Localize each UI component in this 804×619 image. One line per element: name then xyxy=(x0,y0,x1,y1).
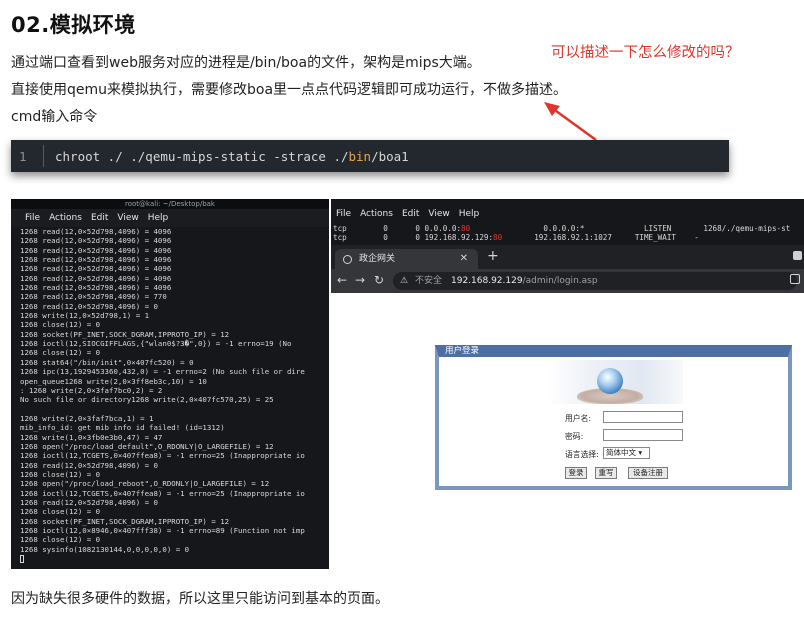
terminal-line: 1268 ioctl(12,SIOCGIFFLAGS,{"wlan0$?3�",… xyxy=(20,339,292,349)
terminal-line: : 1268 write(2,0×3faf7bc0,2) = 2 xyxy=(20,385,163,395)
terminal-line: 1268 ioctl(12,TCGETS,0×407ffea8) = -1 er… xyxy=(20,451,305,461)
terminal-title: root@kali: ~/Desktop/bak xyxy=(11,199,329,209)
terminal-line: 1268 ioctl(12,TCGETS,0×407ffea8) = -1 er… xyxy=(20,488,305,498)
terminal-line: 1268 read(12,0×52d798,4096) = 0 xyxy=(20,301,158,311)
terminal-line: mib_info_id: get mib info id failed! (id… xyxy=(20,423,225,433)
terminal-line: 1268 socket(PF_INET,SOCK_DGRAM,IPPROTO_I… xyxy=(20,516,230,526)
terminal-line: 1268 socket(PF_INET,SOCK_DGRAM,IPPROTO_I… xyxy=(20,329,230,339)
login-button[interactable]: 登录 xyxy=(565,467,587,479)
terminal-menubar: File Actions Edit View Help xyxy=(11,209,329,227)
terminal-line: 1268 read(12,0×52d798,4096) = 4096 xyxy=(20,255,172,265)
terminal-line: 1268 sysinfo(1082130144,0,0,0,0,0) = 0 xyxy=(20,544,190,554)
annotation-arrow-icon xyxy=(544,102,597,142)
terminal-line: 1268 write(2,0×3faf7bca,1) = 1 xyxy=(20,413,154,423)
register-device-button[interactable]: 设备注册 xyxy=(628,467,668,479)
terminal-line: 1268 ioctl(12,0×8946,0×407fff38) = -1 er… xyxy=(20,526,305,535)
extension-icon[interactable] xyxy=(790,274,800,284)
menu-actions[interactable]: Actions xyxy=(49,213,82,223)
menu-file[interactable]: File xyxy=(336,209,351,219)
code-command: chroot ./ ./qemu-mips-static -strace ./b… xyxy=(55,149,409,164)
terminal-line: 1268 read(12,0×52d798,4096) = 4096 xyxy=(20,245,172,255)
language-label: 语言选择: xyxy=(565,450,599,459)
menu-help[interactable]: Help xyxy=(459,209,480,219)
terminal-line: No such file or directory1268 write(2,0×… xyxy=(20,395,274,405)
terminal-line: 1268 read(12,0×52d798,4096) = 4096 xyxy=(20,227,172,236)
terminal-line: 1268 read(12,0×52d798,4096) = 770 xyxy=(20,292,167,302)
netstat-row-timewait: tcp 0 0 192.168.92.129:80 192.168.92.1:1… xyxy=(333,233,699,242)
paragraph-qemu: 直接使用qemu来模拟执行，需要修改boa里一点点代码逻辑即可成功运行，不做多描… xyxy=(11,82,568,98)
terminal-menubar-right: File Actions Edit View Help xyxy=(331,205,804,223)
menu-edit[interactable]: Edit xyxy=(91,213,108,223)
terminal-line: 1268 close(12) = 0 xyxy=(20,320,101,330)
back-icon[interactable]: ← xyxy=(337,273,347,287)
terminal-line: 1268 stat64("/bin/init",0×407fc520) = 0 xyxy=(20,357,194,367)
terminal-line: 1268 read(12,0×52d798,4096) = 4096 xyxy=(20,264,172,274)
terminal-line: 1268 close(12) = 0 xyxy=(20,507,101,517)
terminal-line: 1268 read(12,0×52d798,4096) = 4096 xyxy=(20,236,172,246)
terminal-line: 1268 close(12) = 0 xyxy=(20,535,101,545)
menu-view[interactable]: View xyxy=(117,213,138,223)
menu-help[interactable]: Help xyxy=(148,213,169,223)
warning-icon: ⚠ xyxy=(400,276,409,286)
terminal-line: open_queue1268 write(2,0×3ff8eb3c,10) = … xyxy=(20,376,207,386)
terminal-line: 1268 read(12,0×52d798,4096) = 0 xyxy=(20,497,158,507)
terminal-line: 1268 open("/proc/load_default",O_RDONLY|… xyxy=(20,441,274,451)
menu-actions[interactable]: Actions xyxy=(360,209,393,219)
terminal-line: 1268 write(12,0×52d798,1) = 1 xyxy=(20,311,150,321)
window-control-icon[interactable] xyxy=(793,251,802,260)
section-heading: 02.模拟环境 xyxy=(11,13,136,37)
login-panel-title: 用户登录 xyxy=(445,346,480,356)
browser-tab[interactable]: 政企网关 ✕ xyxy=(335,249,478,269)
password-label: 密码: xyxy=(565,432,584,441)
menu-view[interactable]: View xyxy=(428,209,449,219)
close-icon[interactable]: ✕ xyxy=(460,249,468,269)
code-line-number: 1 xyxy=(19,149,27,164)
paragraph-footer: 因为缺失很多硬件的数据，所以这里只能访问到基本的页面。 xyxy=(11,591,389,607)
paragraph-arch: 通过端口查看到web服务对应的进程是/bin/boa的文件，架构是mips大端。 xyxy=(11,55,481,71)
terminal-line: 1268 close(12) = 0 xyxy=(20,469,101,479)
terminal-line: 1268 ipc(13,1929453360,432,0) = -1 errno… xyxy=(20,367,305,377)
username-label: 用户名: xyxy=(565,414,592,423)
paragraph-cmd: cmd输入命令 xyxy=(11,109,98,125)
terminal-line: 1268 close(12) = 0 xyxy=(20,348,101,358)
terminal-output: 1268 read(12,0×52d798,4096) = 4096 1268 r… xyxy=(20,227,329,564)
language-select[interactable]: 简体中文 ▾ xyxy=(603,447,650,459)
hands-globe-image xyxy=(547,360,683,404)
terminal-line: 1268 open("/proc/load_reboot",O_RDONLY|O… xyxy=(20,479,270,489)
password-input[interactable] xyxy=(603,429,683,441)
netstat-row-listen: tcp 0 0 0.0.0.0:80 0.0.0.0:* LISTEN 1268… xyxy=(333,224,791,233)
globe-icon xyxy=(343,255,352,264)
login-panel: 用户登录 用户名: 密码: 语言选择: 简体中文 ▾ 登录 重写 设备注册 xyxy=(435,345,792,490)
address-bar[interactable]: ⚠ 不安全 192.168.92.129/admin/login.asp xyxy=(393,272,797,290)
terminal-cursor xyxy=(20,554,329,564)
reload-icon[interactable]: ↻ xyxy=(374,273,384,287)
browser-tabbar: 政企网关 ✕ + xyxy=(331,245,804,269)
menu-file[interactable]: File xyxy=(25,213,40,223)
insecure-label: 不安全 xyxy=(415,276,443,286)
code-block: 1 chroot ./ ./qemu-mips-static -strace .… xyxy=(11,140,729,172)
tab-title: 政企网关 xyxy=(359,254,396,264)
reset-button[interactable]: 重写 xyxy=(595,467,617,479)
username-input[interactable] xyxy=(603,411,683,423)
strace-terminal: root@kali: ~/Desktop/bak File Actions Ed… xyxy=(11,199,329,569)
browser-toolbar: ← → ↻ ⚠ 不安全 192.168.92.129/admin/login.a… xyxy=(331,269,804,293)
reviewer-annotation: 可以描述一下怎么修改的吗？ xyxy=(551,45,740,61)
terminal-line: 1268 read(12,0×52d798,4096) = 0 xyxy=(20,460,158,470)
url-text: 192.168.92.129/admin/login.asp xyxy=(451,276,598,286)
new-tab-icon[interactable]: + xyxy=(487,248,499,264)
forward-icon[interactable]: → xyxy=(355,273,365,287)
terminal-line: 1268 write(1,0×3fb0e3b0,47) = 47 xyxy=(20,432,163,442)
browser-window: 政企网关 ✕ + ← → ↻ ⚠ 不安全 192.168.92.129/admi… xyxy=(331,245,804,569)
terminal-line: 1268 read(12,0×52d798,4096) = 4096 xyxy=(20,273,172,283)
netstat-terminal: File Actions Edit View Help tcp 0 0 0.0.… xyxy=(331,199,804,569)
terminal-line: 1268 read(12,0×52d798,4096) = 4096 xyxy=(20,283,172,293)
menu-edit[interactable]: Edit xyxy=(402,209,419,219)
